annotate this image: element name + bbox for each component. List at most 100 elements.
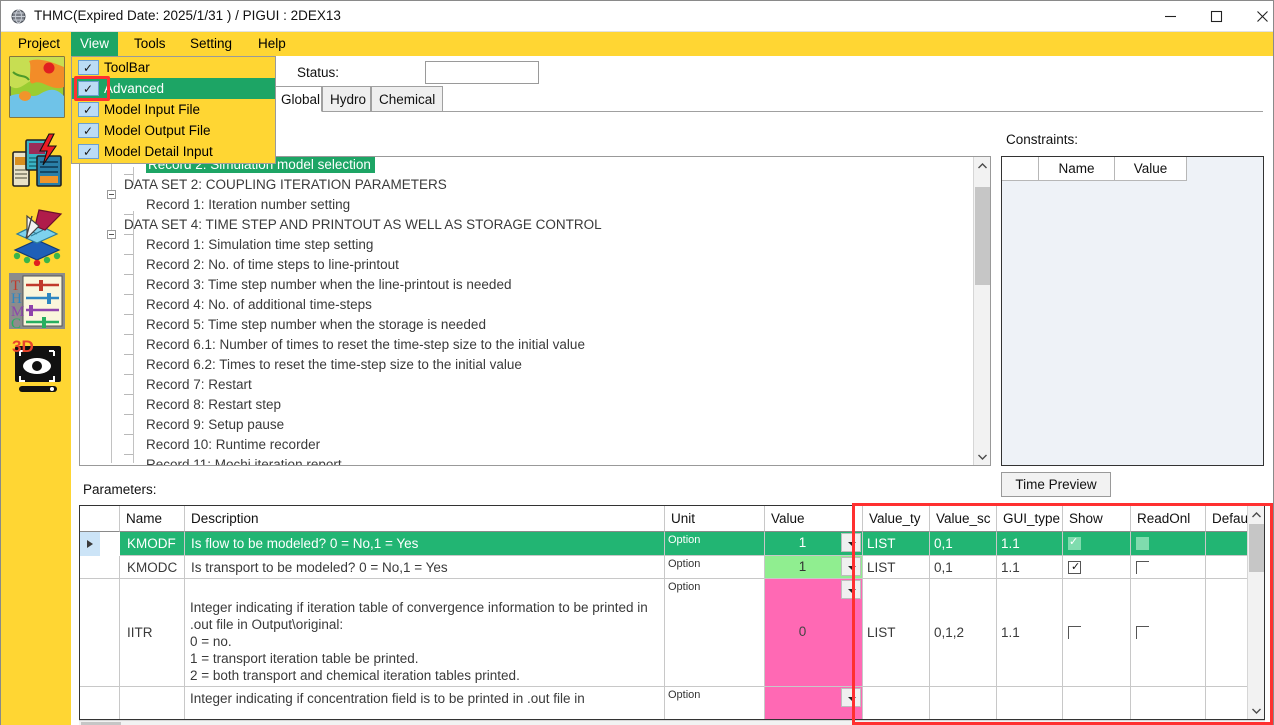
table-cell-value-scope[interactable]: 0,1: [930, 556, 997, 579]
row-selector-arrow[interactable]: [80, 532, 100, 556]
tree-item[interactable]: Record 1: Simulation time step setting: [146, 235, 373, 255]
param-col-show[interactable]: Show: [1063, 506, 1131, 532]
param-col-value-type[interactable]: Value_ty: [863, 506, 930, 532]
readonly-checkbox[interactable]: [1136, 537, 1149, 550]
table-cell-description[interactable]: Is flow to be modeled? 0 = No,1 = Yes: [185, 532, 665, 556]
menu-item-model-input-file[interactable]: Model Input File: [72, 99, 275, 121]
table-cell-name[interactable]: KMODC: [120, 556, 185, 579]
tree-item[interactable]: Record 6.2: Times to reset the time-step…: [146, 355, 522, 375]
menu-item-model-detail-input[interactable]: Model Detail Input: [72, 141, 275, 163]
constraints-grid[interactable]: Name Value: [1001, 156, 1264, 466]
status-input[interactable]: [425, 61, 539, 84]
row-selector-cell[interactable]: [80, 687, 120, 719]
table-cell-value[interactable]: 0: [765, 579, 863, 687]
table-cell-description[interactable]: Integer indicating if iteration table of…: [185, 579, 665, 687]
tree-item[interactable]: Record 5: Time step number when the stor…: [146, 315, 486, 335]
table-cell-show[interactable]: [1063, 579, 1131, 687]
check-icon[interactable]: [78, 142, 99, 163]
check-icon[interactable]: [78, 58, 99, 79]
model-detail-tree[interactable]: Record 2: Simulation model selection DAT…: [79, 156, 991, 466]
parameters-scrollbar-vertical[interactable]: [1247, 506, 1264, 719]
tree-item[interactable]: Record 2: No. of time steps to line-prin…: [146, 255, 399, 275]
param-col-name[interactable]: Name: [120, 506, 185, 532]
table-cell-unit[interactable]: Option: [665, 556, 765, 579]
tree-item[interactable]: Record 3: Time step number when the line…: [146, 275, 511, 295]
table-cell-show[interactable]: ✓: [1063, 556, 1131, 579]
param-col-unit[interactable]: Unit: [665, 506, 765, 532]
tab-chemical[interactable]: Chemical: [371, 86, 443, 112]
table-cell-value-scope[interactable]: 0,1: [930, 532, 997, 556]
menu-tools[interactable]: Tools: [125, 32, 175, 56]
table-cell-value[interactable]: 1: [765, 532, 863, 556]
value-dropdown-button[interactable]: [841, 533, 861, 552]
tree-item[interactable]: DATA SET 4: TIME STEP AND PRINTOUT AS WE…: [124, 215, 602, 235]
tree-item[interactable]: Record 10: Runtime recorder: [146, 435, 320, 455]
table-cell-readonly[interactable]: [1131, 556, 1206, 579]
table-cell-show[interactable]: [1063, 687, 1131, 719]
table-cell-gui-type[interactable]: 1.1: [997, 532, 1063, 556]
table-cell-value-scope[interactable]: 0,1,2: [930, 579, 997, 687]
tab-global[interactable]: Global: [273, 86, 322, 112]
tree-item[interactable]: Record 7: Restart: [146, 375, 252, 395]
table-cell-gui-type[interactable]: 1.1: [997, 579, 1063, 687]
param-col-readonly[interactable]: ReadOnl: [1131, 506, 1206, 532]
tab-hydro[interactable]: Hydro: [322, 86, 371, 112]
param-col-gui-type[interactable]: GUI_type: [997, 506, 1063, 532]
table-cell-unit[interactable]: Option: [665, 579, 765, 687]
tree-expander[interactable]: [107, 190, 116, 199]
menu-view[interactable]: View: [71, 32, 119, 56]
table-cell-value[interactable]: [765, 687, 863, 719]
check-icon[interactable]: [78, 79, 99, 100]
show-checkbox[interactable]: ✓: [1068, 537, 1081, 550]
table-cell-value[interactable]: 1: [765, 556, 863, 579]
table-cell-name[interactable]: KMODF: [120, 532, 185, 556]
table-cell-show[interactable]: ✓: [1063, 532, 1131, 556]
table-cell-unit[interactable]: Option: [665, 532, 765, 556]
check-icon[interactable]: [78, 121, 99, 142]
scroll-down-icon[interactable]: [974, 448, 990, 465]
table-cell-description[interactable]: Integer indicating if concentration fiel…: [185, 687, 665, 719]
menu-item-advanced[interactable]: Advanced: [72, 78, 275, 100]
sidebar-item-database[interactable]: [9, 132, 65, 194]
scroll-up-icon[interactable]: [1248, 506, 1264, 523]
sidebar-item-contour-map[interactable]: [9, 56, 65, 118]
table-cell-value-type[interactable]: LIST: [863, 579, 930, 687]
menu-item-model-output-file[interactable]: Model Output File: [72, 120, 275, 142]
value-dropdown-button[interactable]: [841, 688, 861, 707]
tree-item[interactable]: Record 8: Restart step: [146, 395, 281, 415]
tree-item[interactable]: DATA SET 2: COUPLING ITERATION PARAMETER…: [124, 175, 447, 195]
check-icon[interactable]: [78, 100, 99, 121]
menu-item-toolbar[interactable]: ToolBar: [72, 57, 275, 79]
scroll-down-icon[interactable]: [1248, 702, 1264, 719]
readonly-checkbox[interactable]: [1136, 626, 1149, 639]
row-selector-cell[interactable]: [80, 556, 120, 579]
table-cell-gui-type[interactable]: [997, 687, 1063, 719]
scroll-up-icon[interactable]: [974, 157, 990, 174]
param-col-description[interactable]: Description: [185, 506, 665, 532]
table-cell-gui-type[interactable]: 1.1: [997, 556, 1063, 579]
table-cell-value-type[interactable]: LIST: [863, 532, 930, 556]
minimize-button[interactable]: [1147, 1, 1193, 31]
table-cell-value-type[interactable]: [863, 687, 930, 719]
menu-project[interactable]: Project: [9, 32, 69, 56]
table-cell-readonly[interactable]: [1131, 579, 1206, 687]
table-cell-readonly[interactable]: [1131, 687, 1206, 719]
table-cell-value-scope[interactable]: [930, 687, 997, 719]
tree-item[interactable]: Record 4: No. of additional time-steps: [146, 295, 372, 315]
tree-expander[interactable]: [107, 230, 116, 239]
table-cell-readonly[interactable]: [1131, 532, 1206, 556]
value-dropdown-button[interactable]: [841, 580, 861, 599]
time-preview-button[interactable]: Time Preview: [1001, 472, 1111, 497]
tree-item[interactable]: Record 1: Iteration number setting: [146, 195, 350, 215]
tree-item[interactable]: Record 11: Mochi iteration report: [146, 455, 342, 465]
value-dropdown-button[interactable]: [841, 557, 861, 576]
view-dropdown-menu[interactable]: ToolBar Advanced Model Input File Model …: [71, 56, 276, 164]
sidebar-item-mesh-layers[interactable]: [9, 204, 65, 266]
param-col-value[interactable]: Value: [765, 506, 863, 532]
table-cell-value-type[interactable]: LIST: [863, 556, 930, 579]
table-cell-name[interactable]: [120, 687, 185, 719]
parameters-grid[interactable]: Name Description Unit Value Value_ty Val…: [79, 505, 1265, 720]
menu-setting[interactable]: Setting: [181, 32, 241, 56]
readonly-checkbox[interactable]: [1136, 561, 1149, 574]
parameters-scrollbar-horizontal[interactable]: [79, 720, 1265, 725]
